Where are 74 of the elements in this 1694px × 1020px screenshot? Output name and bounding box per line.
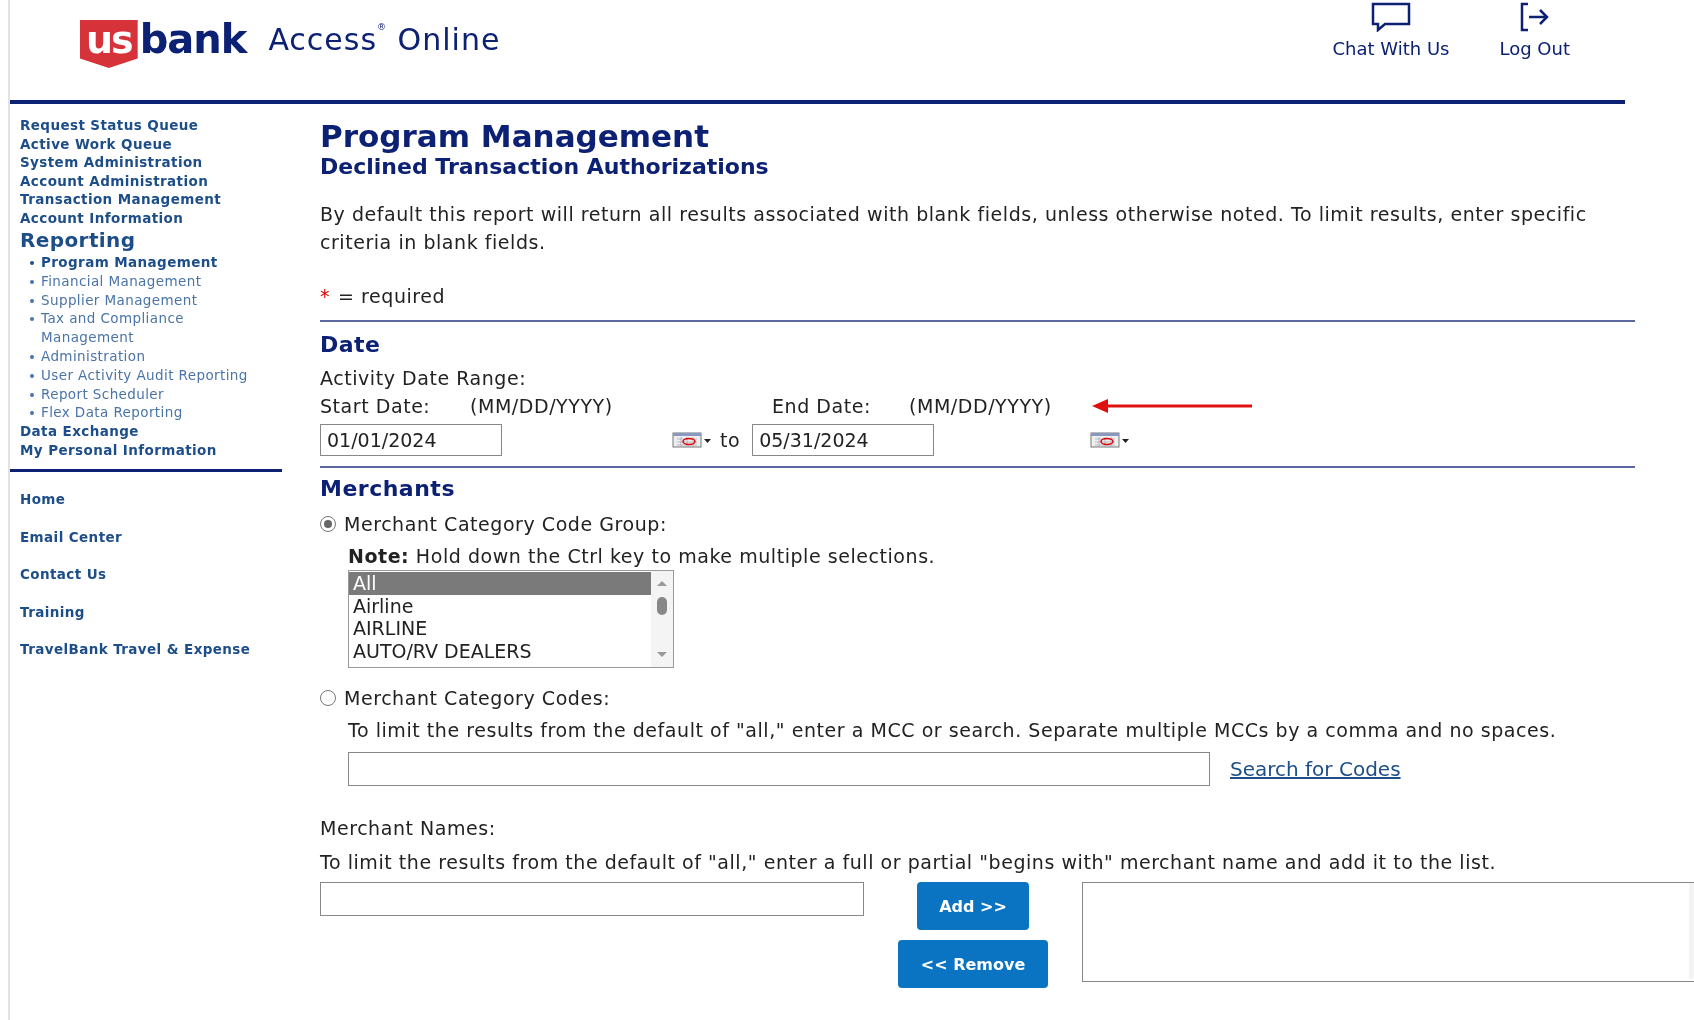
format-hint: (MM/DD/YYYY) — [470, 394, 614, 419]
merchant-list[interactable] — [1082, 882, 1694, 982]
page-subtitle: Declined Transaction Authorizations — [320, 154, 770, 180]
bullet-icon — [30, 355, 34, 359]
product-name: Access$^{®}$ Online — [268, 22, 501, 57]
merchant-name-field[interactable] — [320, 882, 864, 916]
logout-icon — [1519, 2, 1550, 32]
bullet-icon — [30, 411, 34, 416]
nav-subitem[interactable]: Financial Management — [30, 271, 250, 291]
header-action[interactable]: Log Out — [1499, 2, 1570, 59]
list-option[interactable]: All — [349, 572, 651, 595]
nav-subitem[interactable]: Administration — [30, 347, 250, 366]
nav-item[interactable]: Active Work Queue — [20, 134, 290, 153]
section-heading: Date — [320, 331, 382, 359]
sidebar-link[interactable]: Home — [20, 490, 290, 509]
nav-item[interactable]: Data Exchange — [20, 422, 290, 441]
nav-item[interactable]: Account Administration — [20, 171, 290, 190]
note-text: Note: Hold down the Ctrl key to make multiple selections. — [348, 544, 937, 569]
option-label: Merchant Category Codes: — [344, 686, 611, 711]
nav-item[interactable]: Reporting — [20, 227, 290, 253]
nav-subitem[interactable]: Tax and Compliance Management — [30, 309, 250, 347]
end-date-field[interactable]: 05/31/2024 — [752, 424, 935, 456]
search-codes-link[interactable]: Search for Codes — [1230, 757, 1401, 781]
bullet-icon — [30, 392, 34, 397]
field-label: Merchant Names: — [320, 816, 497, 841]
add-button[interactable]: Add >> — [917, 882, 1029, 930]
radio-button[interactable] — [320, 690, 336, 706]
nav-subitem[interactable]: Flex Data Reporting — [30, 403, 250, 423]
nav-item[interactable]: Request Status Queue — [20, 116, 290, 135]
nav-item[interactable]: My Personal Information — [20, 440, 290, 460]
sidebar-link[interactable]: Email Center — [20, 527, 290, 546]
nav-subitem[interactable]: User Activity Audit Reporting — [30, 365, 250, 385]
list-option[interactable]: AUTO/RV DEALERS — [349, 639, 651, 662]
range-separator: to — [720, 428, 741, 453]
list-option[interactable]: AIRLINE — [349, 617, 651, 640]
bullet-icon — [30, 298, 34, 303]
calendar-icon[interactable] — [672, 431, 712, 449]
chat-icon — [1371, 2, 1411, 32]
remove-button[interactable]: << Remove — [898, 940, 1048, 988]
nav-item[interactable]: System Administration — [20, 153, 290, 172]
field-label: Activity Date Range: — [320, 366, 528, 391]
logo-wordmark: bank — [139, 20, 247, 58]
mcc-field[interactable] — [348, 752, 1210, 786]
sidebar-link[interactable]: Training — [20, 602, 290, 621]
format-hint: (MM/DD/YYYY) — [909, 394, 1052, 419]
nav-subitem[interactable]: Supplier Management — [30, 290, 250, 310]
required-mark: * — [320, 284, 331, 309]
nav-item[interactable]: Transaction Management — [20, 190, 290, 209]
intro-text: By default this report will return all results associated with blank fields, unless otherwise noted. To limit results, enter specific criteria in blank fields. — [320, 202, 1588, 255]
nav-subitem[interactable]: Report Scheduler — [30, 384, 250, 404]
header-action[interactable]: Chat With Us — [1332, 2, 1450, 59]
radio-button[interactable] — [320, 516, 336, 532]
required-note: = required — [338, 284, 446, 309]
help-text: To limit the results from the default of "all," enter a full or partial "begins with" merchant name and add it to the list. — [320, 850, 1498, 875]
calendar-icon[interactable] — [1090, 431, 1131, 449]
scrollbar[interactable] — [651, 571, 673, 667]
bullet-icon — [30, 373, 34, 378]
start-date-field[interactable]: 01/01/2024 — [320, 424, 502, 456]
help-text: To limit the results from the default of "all," enter a MCC or search. Separate multiple MCCs by a comma and no spaces. — [348, 718, 1558, 743]
section-heading: Merchants — [320, 475, 456, 503]
nav-subitem[interactable]: Program Management — [30, 253, 250, 272]
nav-item[interactable]: Account Information — [20, 208, 290, 227]
sidebar-link[interactable]: TravelBank Travel & Expense — [20, 640, 290, 659]
logo-mark: us — [80, 20, 138, 68]
sidebar-link[interactable]: Contact Us — [20, 565, 290, 584]
field-label: End Date: — [772, 394, 872, 419]
list-option[interactable]: Airline — [349, 594, 651, 617]
option-label: Merchant Category Code Group: — [344, 512, 667, 537]
bullet-icon — [30, 317, 34, 322]
field-label: Start Date: — [320, 394, 432, 419]
category-group-list[interactable]: All Airline AIRLINE AUTO/RV DEALERS — [348, 570, 674, 668]
bullet-icon — [30, 279, 34, 284]
bullet-icon — [30, 261, 34, 265]
page-title: Program Management — [320, 118, 710, 154]
